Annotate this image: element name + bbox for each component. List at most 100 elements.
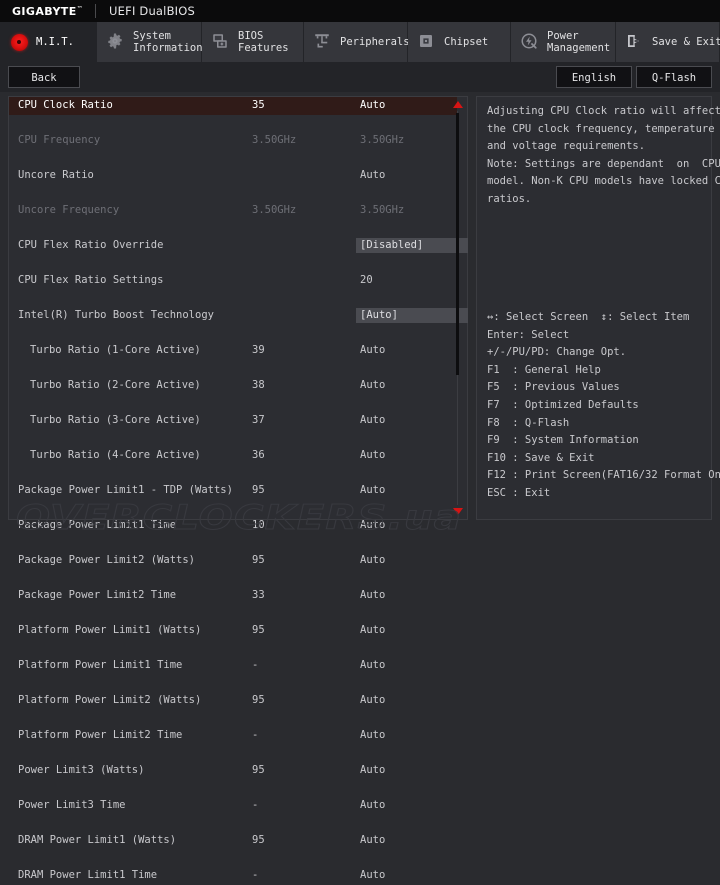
settings-row[interactable]: DRAM Power Limit1 (Watts) 95 Auto	[9, 832, 457, 850]
setting-value-field[interactable]: Auto	[360, 482, 385, 500]
setting-value-field[interactable]: Auto	[360, 797, 385, 815]
setting-current-value: 95	[252, 764, 265, 776]
language-button[interactable]: English	[556, 66, 632, 88]
settings-row[interactable]: Platform Power Limit2 Time - Auto	[9, 727, 457, 745]
tab-system-information[interactable]: System Information	[97, 22, 203, 62]
power-bolt-icon	[520, 32, 540, 52]
settings-row[interactable]: Package Power Limit1 Time 10 Auto	[9, 517, 457, 535]
setting-name: Intel(R) Turbo Boost Technology	[18, 309, 214, 321]
setting-value-field[interactable]: Auto	[360, 97, 385, 115]
qflash-button[interactable]: Q-Flash	[636, 66, 712, 88]
brand-divider	[95, 4, 97, 18]
setting-value-field[interactable]: 3.50GHz	[360, 132, 404, 150]
setting-current-value: 36	[252, 449, 265, 461]
settings-row[interactable]: Power Limit3 Time - Auto	[9, 797, 457, 815]
legend-line: ESC : Exit	[487, 486, 551, 499]
settings-row[interactable]: Platform Power Limit1 Time - Auto	[9, 657, 457, 675]
setting-value-field[interactable]: 3.50GHz	[360, 202, 404, 220]
tab-label: Chipset	[444, 35, 489, 48]
setting-value-field[interactable]: Auto	[360, 622, 385, 640]
back-button[interactable]: Back	[8, 66, 80, 88]
setting-name: CPU Flex Ratio Settings	[18, 274, 164, 286]
setting-current-value: 37	[252, 414, 265, 426]
setting-value-field[interactable]: Auto	[360, 167, 385, 185]
settings-row[interactable]: Platform Power Limit2 (Watts) 95 Auto	[9, 692, 457, 710]
settings-row[interactable]: Uncore Frequency 3.50GHz 3.50GHz	[9, 202, 457, 220]
setting-value-field[interactable]: Auto	[360, 587, 385, 605]
setting-value-field[interactable]: Auto	[360, 692, 385, 710]
settings-row[interactable]: Platform Power Limit1 (Watts) 95 Auto	[9, 622, 457, 640]
setting-current-value: -	[252, 869, 259, 881]
setting-name: Turbo Ratio (4-Core Active)	[30, 449, 201, 461]
tab-chipset[interactable]: Chipset	[408, 22, 511, 62]
setting-current-value: 95	[252, 624, 265, 636]
settings-row[interactable]: Uncore Ratio Auto	[9, 167, 457, 185]
tab-label: Save & Exit	[652, 35, 720, 48]
help-line: ratios.	[487, 192, 532, 205]
tab-label: Power Management	[547, 29, 611, 55]
tab-power-management[interactable]: Power Management	[511, 22, 616, 62]
tab-label: Peripherals	[340, 35, 410, 48]
gigabyte-logo: GIGABYTE™	[12, 4, 84, 18]
settings-row[interactable]: Intel(R) Turbo Boost Technology [Auto]	[9, 307, 468, 325]
setting-current-value: 38	[252, 379, 265, 391]
setting-value-field[interactable]: Auto	[360, 342, 385, 360]
setting-name: CPU Flex Ratio Override	[18, 239, 164, 251]
brand-subtitle: UEFI DualBIOS	[109, 4, 196, 18]
settings-panel: CPU Clock Ratio 35 Auto CPU Frequency 3.50GH…	[8, 96, 468, 881]
tab-bios-features[interactable]: BIOS Features	[202, 22, 304, 62]
setting-value-field[interactable]: Auto	[360, 412, 385, 430]
exit-arrow-icon	[625, 32, 645, 52]
help-text: Adjusting CPU Clock ratio will affect the…	[487, 103, 720, 208]
main-tab-bar: M.I.T. System Information BIOS Features Per…	[0, 22, 720, 62]
tab-m-i-t[interactable]: M.I.T.	[0, 22, 97, 62]
setting-value-field[interactable]: Auto	[360, 552, 385, 570]
tab-label: System Information	[133, 29, 203, 55]
settings-row[interactable]: Turbo Ratio (3-Core Active) 37 Auto	[9, 412, 457, 430]
setting-current-value: 95	[252, 694, 265, 706]
settings-row[interactable]: CPU Flex Ratio Override [Disabled]	[9, 237, 468, 255]
setting-value-field[interactable]: Auto	[360, 657, 385, 675]
setting-value-field[interactable]: Auto	[360, 727, 385, 745]
setting-value-field[interactable]: Auto	[360, 762, 385, 780]
setting-name: Package Power Limit2 Time	[18, 589, 177, 601]
settings-row[interactable]: CPU Flex Ratio Settings 20	[9, 272, 457, 290]
setting-current-value: 33	[252, 589, 265, 601]
settings-row[interactable]: Package Power Limit1 - TDP (Watts) 95 Auto	[9, 482, 457, 500]
legend-line: +/-/PU/PD: Change Opt.	[487, 346, 627, 359]
setting-current-value: 35	[252, 99, 265, 111]
setting-value-field[interactable]: Auto	[360, 377, 385, 395]
settings-row[interactable]: Turbo Ratio (2-Core Active) 38 Auto	[9, 377, 457, 395]
settings-row[interactable]: CPU Frequency 3.50GHz 3.50GHz	[9, 132, 457, 150]
legend-line: F8 : Q-Flash	[487, 416, 570, 429]
setting-name: Turbo Ratio (1-Core Active)	[30, 344, 201, 356]
tab-save-exit[interactable]: Save & Exit	[616, 22, 720, 62]
setting-name: DRAM Power Limit1 (Watts)	[18, 834, 177, 846]
setting-value-field[interactable]: Auto	[360, 867, 385, 885]
setting-value-field[interactable]: 20	[360, 272, 373, 290]
setting-name: DRAM Power Limit1 Time	[18, 869, 158, 881]
settings-row[interactable]: Package Power Limit2 (Watts) 95 Auto	[9, 552, 457, 570]
scroll-down-arrow-icon[interactable]	[453, 508, 463, 515]
help-line: the CPU clock frequency, temperature	[487, 122, 715, 135]
gear-icon	[106, 32, 126, 52]
setting-value-field[interactable]: Auto	[360, 832, 385, 850]
settings-scrollbar[interactable]	[452, 99, 463, 517]
settings-row[interactable]: Power Limit3 (Watts) 95 Auto	[9, 762, 457, 780]
scrollbar-thumb[interactable]	[456, 113, 459, 375]
setting-value-field[interactable]: Auto	[360, 517, 385, 535]
scroll-up-arrow-icon[interactable]	[453, 101, 463, 108]
settings-row[interactable]: CPU Clock Ratio 35 Auto	[9, 97, 457, 115]
setting-current-value: -	[252, 659, 259, 671]
setting-name: Power Limit3 (Watts)	[18, 764, 145, 776]
settings-row[interactable]: Turbo Ratio (4-Core Active) 36 Auto	[9, 447, 457, 465]
help-line: Note: Settings are dependant on CPU	[487, 157, 720, 170]
setting-name: Turbo Ratio (2-Core Active)	[30, 379, 201, 391]
settings-row[interactable]: DRAM Power Limit1 Time - Auto	[9, 867, 457, 885]
settings-row[interactable]: Turbo Ratio (1-Core Active) 39 Auto	[9, 342, 457, 360]
settings-row[interactable]: Package Power Limit2 Time 33 Auto	[9, 587, 457, 605]
tab-label: BIOS Features	[238, 29, 289, 55]
setting-value-field[interactable]: Auto	[360, 447, 385, 465]
tab-peripherals[interactable]: Peripherals	[304, 22, 410, 62]
setting-current-value: 3.50GHz	[252, 204, 297, 216]
